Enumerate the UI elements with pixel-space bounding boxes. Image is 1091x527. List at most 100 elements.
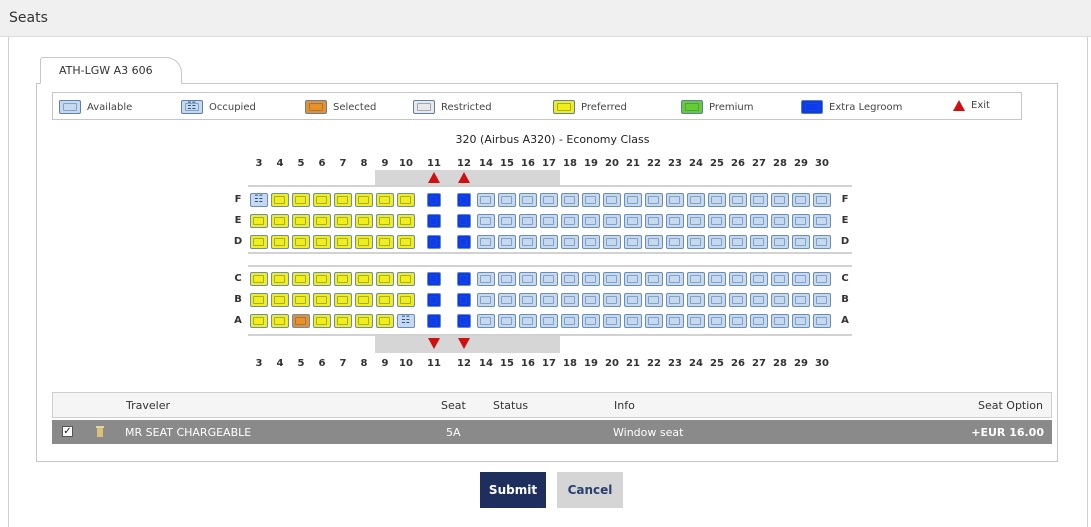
seat-25A[interactable]	[708, 314, 726, 328]
seat-5D[interactable]	[292, 235, 310, 249]
seat-7B[interactable]	[334, 293, 352, 307]
seat-4A[interactable]	[271, 314, 289, 328]
seat-28C[interactable]	[771, 272, 789, 286]
seat-21E[interactable]	[624, 214, 642, 228]
seat-24C[interactable]	[687, 272, 705, 286]
seat-3B[interactable]	[250, 293, 268, 307]
seat-22A[interactable]	[645, 314, 663, 328]
seat-19F[interactable]	[582, 193, 600, 207]
seat-12A[interactable]	[457, 314, 471, 328]
cancel-button[interactable]: Cancel	[557, 472, 623, 508]
seat-21B[interactable]	[624, 293, 642, 307]
seat-17A[interactable]	[540, 314, 558, 328]
seat-24F[interactable]	[687, 193, 705, 207]
seat-8C[interactable]	[355, 272, 373, 286]
seat-27D[interactable]	[750, 235, 768, 249]
seat-9B[interactable]	[376, 293, 394, 307]
seat-15B[interactable]	[498, 293, 516, 307]
seat-3A[interactable]	[250, 314, 268, 328]
seat-15E[interactable]	[498, 214, 516, 228]
seat-29A[interactable]	[792, 314, 810, 328]
seat-20C[interactable]	[603, 272, 621, 286]
seat-27A[interactable]	[750, 314, 768, 328]
seat-6D[interactable]	[313, 235, 331, 249]
seat-16B[interactable]	[519, 293, 537, 307]
seat-21A[interactable]	[624, 314, 642, 328]
seat-27C[interactable]	[750, 272, 768, 286]
seat-9F[interactable]	[376, 193, 394, 207]
seat-5A[interactable]	[292, 314, 310, 328]
seat-11C[interactable]	[427, 272, 441, 286]
seat-25E[interactable]	[708, 214, 726, 228]
seat-6B[interactable]	[313, 293, 331, 307]
seat-21C[interactable]	[624, 272, 642, 286]
seat-16D[interactable]	[519, 235, 537, 249]
seat-16F[interactable]	[519, 193, 537, 207]
seat-23B[interactable]	[666, 293, 684, 307]
seat-20B[interactable]	[603, 293, 621, 307]
seat-11D[interactable]	[427, 235, 441, 249]
seat-8F[interactable]	[355, 193, 373, 207]
seat-7E[interactable]	[334, 214, 352, 228]
seat-24D[interactable]	[687, 235, 705, 249]
seat-6E[interactable]	[313, 214, 331, 228]
seat-28F[interactable]	[771, 193, 789, 207]
seat-17D[interactable]	[540, 235, 558, 249]
seat-30D[interactable]	[813, 235, 831, 249]
seat-16C[interactable]	[519, 272, 537, 286]
seat-23E[interactable]	[666, 214, 684, 228]
seat-6A[interactable]	[313, 314, 331, 328]
seat-27B[interactable]	[750, 293, 768, 307]
seat-3E[interactable]	[250, 214, 268, 228]
seat-30C[interactable]	[813, 272, 831, 286]
seat-28D[interactable]	[771, 235, 789, 249]
seat-20D[interactable]	[603, 235, 621, 249]
seat-25D[interactable]	[708, 235, 726, 249]
traveler-checkbox[interactable]: ✓	[62, 426, 73, 437]
seat-18C[interactable]	[561, 272, 579, 286]
seat-7D[interactable]	[334, 235, 352, 249]
seat-11E[interactable]	[427, 214, 441, 228]
seat-23A[interactable]	[666, 314, 684, 328]
seat-22C[interactable]	[645, 272, 663, 286]
seat-8B[interactable]	[355, 293, 373, 307]
seat-4F[interactable]	[271, 193, 289, 207]
seat-17F[interactable]	[540, 193, 558, 207]
submit-button[interactable]: Submit	[480, 472, 546, 508]
seat-23C[interactable]	[666, 272, 684, 286]
seat-25C[interactable]	[708, 272, 726, 286]
seat-12E[interactable]	[457, 214, 471, 228]
seat-12C[interactable]	[457, 272, 471, 286]
seat-9D[interactable]	[376, 235, 394, 249]
seat-8E[interactable]	[355, 214, 373, 228]
seat-30E[interactable]	[813, 214, 831, 228]
seat-26E[interactable]	[729, 214, 747, 228]
seat-22B[interactable]	[645, 293, 663, 307]
seat-22F[interactable]	[645, 193, 663, 207]
seat-21F[interactable]	[624, 193, 642, 207]
seat-8A[interactable]	[355, 314, 373, 328]
seat-18F[interactable]	[561, 193, 579, 207]
seat-21D[interactable]	[624, 235, 642, 249]
seat-18A[interactable]	[561, 314, 579, 328]
seat-29D[interactable]	[792, 235, 810, 249]
seat-26C[interactable]	[729, 272, 747, 286]
seat-4C[interactable]	[271, 272, 289, 286]
seat-14A[interactable]	[477, 314, 495, 328]
seat-24A[interactable]	[687, 314, 705, 328]
seat-14C[interactable]	[477, 272, 495, 286]
seat-14B[interactable]	[477, 293, 495, 307]
seat-10F[interactable]	[397, 193, 415, 207]
seat-7F[interactable]	[334, 193, 352, 207]
seat-10C[interactable]	[397, 272, 415, 286]
seat-29C[interactable]	[792, 272, 810, 286]
seat-16A[interactable]	[519, 314, 537, 328]
seat-15C[interactable]	[498, 272, 516, 286]
seat-26A[interactable]	[729, 314, 747, 328]
seat-12F[interactable]	[457, 193, 471, 207]
seat-11B[interactable]	[427, 293, 441, 307]
seat-9C[interactable]	[376, 272, 394, 286]
seat-18E[interactable]	[561, 214, 579, 228]
seat-22E[interactable]	[645, 214, 663, 228]
seat-30B[interactable]	[813, 293, 831, 307]
